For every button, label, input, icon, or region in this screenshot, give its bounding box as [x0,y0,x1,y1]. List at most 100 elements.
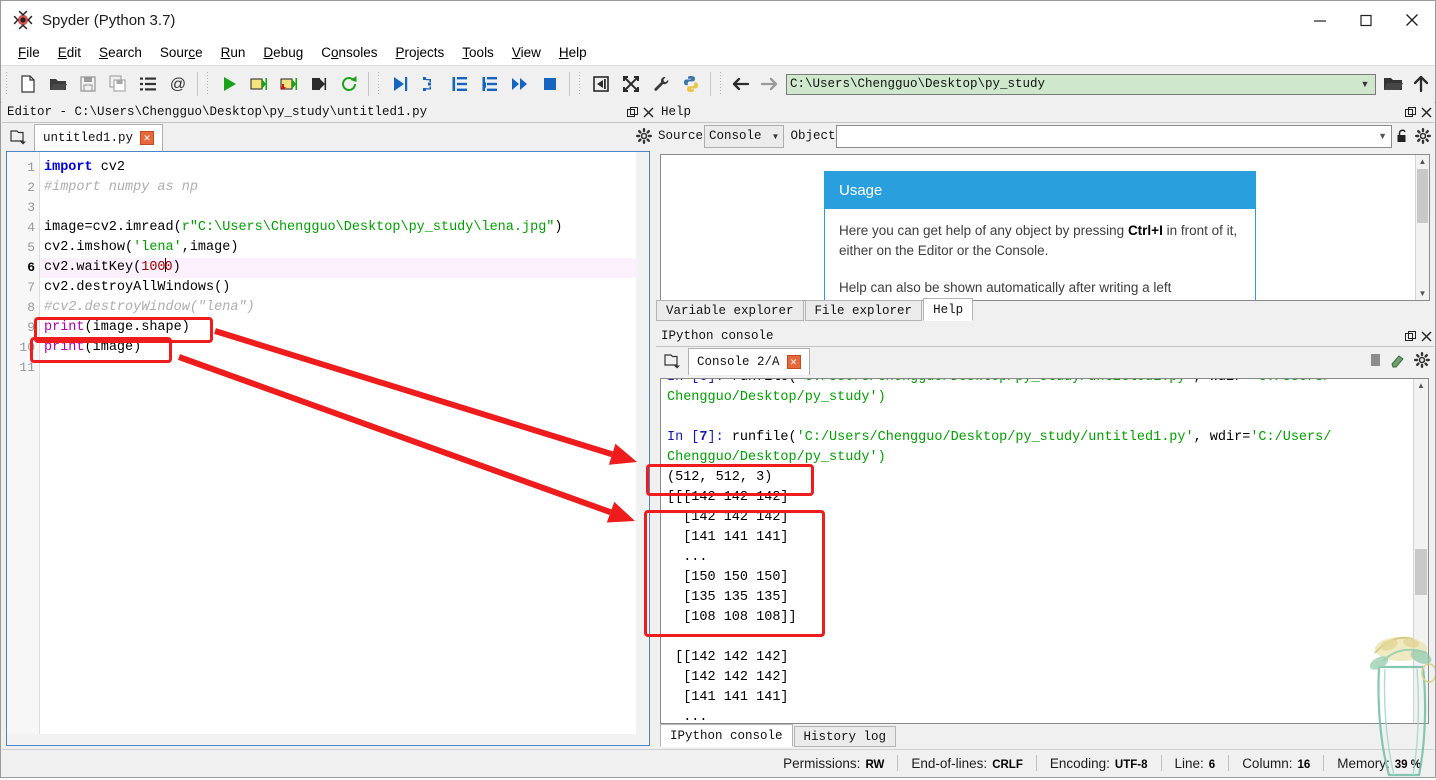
step-into-icon[interactable] [445,69,475,99]
code-line[interactable]: print(image) [40,338,649,358]
code-line[interactable] [40,358,649,378]
close-pane-icon[interactable] [1418,327,1434,345]
re-run-cell-icon[interactable] [334,69,364,99]
menu-debug[interactable]: Debug [254,43,312,62]
help-source-combo[interactable]: Console ▼ [704,124,785,148]
scroll-down-icon[interactable]: ▼ [1416,287,1429,300]
code-line[interactable]: #import numpy as np [40,178,649,198]
lock-icon[interactable] [1392,129,1412,144]
console-tab[interactable]: Console 2/A ✕ [688,348,810,375]
toolbar-grip-5[interactable] [718,72,724,96]
code-line[interactable]: print(image.shape) [40,318,649,338]
parent-directory-icon[interactable] [1407,69,1435,99]
code-area[interactable]: import cv2 #import numpy as np image=cv2.i… [40,152,649,745]
maximize-pane-icon[interactable] [586,69,616,99]
tab-file-explorer[interactable]: File explorer [804,300,923,321]
stop-kernel-icon[interactable] [1369,353,1382,370]
toolbar-grip-3[interactable] [376,72,382,96]
scroll-up-icon[interactable]: ▲ [1414,379,1428,392]
console-scrollbar-thumb[interactable] [1415,549,1427,595]
console-token: [142 142 142] [667,510,789,525]
new-file-icon[interactable] [13,69,43,99]
editor-horizontal-scrollbar[interactable] [7,734,636,745]
close-pane-icon[interactable] [1418,103,1434,121]
menu-projects[interactable]: Projects [387,43,454,62]
code-line[interactable]: cv2.waitKey(1000) [40,258,649,278]
help-object-input[interactable]: ▼ [836,124,1392,148]
find-symbol-icon[interactable]: @ [163,69,193,99]
menu-tools[interactable]: Tools [453,43,503,62]
close-pane-icon[interactable] [640,103,656,121]
run-file-icon[interactable] [214,69,244,99]
close-icon[interactable]: ✕ [140,131,155,145]
console-token: (512, 512, 3) [667,470,773,485]
run-selection-icon[interactable] [304,69,334,99]
menu-file[interactable]: File [9,43,49,62]
menu-search[interactable]: Search [90,43,151,62]
save-file-icon[interactable] [73,69,103,99]
new-console-icon[interactable] [660,348,686,374]
menu-help[interactable]: Help [550,43,596,62]
browse-tabs-icon[interactable] [6,124,32,150]
tab-help[interactable]: Help [923,298,974,321]
console-line: [135 135 135] [667,588,1414,608]
help-vertical-scrollbar[interactable]: ▲ ▼ [1415,155,1429,300]
undock-icon[interactable] [1402,103,1418,121]
run-cell-icon[interactable] [244,69,274,99]
tab-history-log[interactable]: History log [793,726,897,747]
clear-console-icon[interactable] [1390,352,1406,371]
back-arrow-icon[interactable] [727,69,755,99]
tab-variable-explorer[interactable]: Variable explorer [656,300,804,321]
chevron-down-icon[interactable]: ▼ [1358,79,1372,89]
undock-icon[interactable] [1402,327,1418,345]
code-line[interactable]: cv2.destroyAllWindows() [40,278,649,298]
fullscreen-icon[interactable] [616,69,646,99]
status-value: CRLF [992,758,1023,771]
continue-icon[interactable] [505,69,535,99]
options-gear-icon[interactable] [1412,128,1434,144]
save-all-icon[interactable] [103,69,133,99]
toolbar-grip[interactable] [4,72,10,96]
stop-debug-icon[interactable] [535,69,565,99]
code-line[interactable]: cv2.imshow('lena',image) [40,238,649,258]
menu-edit[interactable]: Edit [49,43,90,62]
undock-icon[interactable] [624,103,640,121]
code-line[interactable]: image=cv2.imread(r"C:\Users\Chengguo\Des… [40,218,649,238]
tab-ipython-console[interactable]: IPython console [660,724,793,747]
step-over-icon[interactable] [415,69,445,99]
close-button[interactable] [1389,1,1435,39]
console-output-area[interactable]: In [6]: runfile('C:/Users/Chengguo/Deskt… [660,378,1429,724]
forward-arrow-icon[interactable] [755,69,783,99]
working-directory-combo[interactable]: C:\Users\Chengguo\Desktop\py_study ▼ [786,73,1376,95]
open-file-icon[interactable] [43,69,73,99]
debug-file-icon[interactable] [385,69,415,99]
console-vertical-scrollbar[interactable]: ▲ [1413,379,1428,723]
code-line[interactable] [40,198,649,218]
menu-run[interactable]: Run [212,43,255,62]
menu-consoles[interactable]: Consoles [312,43,386,62]
editor-file-tab[interactable]: untitled1.py ✕ [34,124,164,151]
python-path-icon[interactable] [676,69,706,99]
file-switcher-icon[interactable] [133,69,163,99]
step-return-icon[interactable] [475,69,505,99]
chevron-down-icon[interactable]: ▼ [1378,131,1389,141]
menu-source[interactable]: Source [151,43,212,62]
editor-vertical-scrollbar[interactable] [636,152,649,745]
maximize-button[interactable] [1343,1,1389,39]
minimize-button[interactable] [1297,1,1343,39]
toolbar-grip-4[interactable] [577,72,583,96]
code-editor[interactable]: 1 2 3 4 5 6 7 8 9 10 11 import cv2 #import numpy as… [6,151,650,746]
menu-view[interactable]: View [503,43,550,62]
scroll-up-icon[interactable]: ▲ [1416,155,1429,168]
toolbar-grip-2[interactable] [205,72,211,96]
browse-folder-icon[interactable] [1379,69,1407,99]
options-gear-icon[interactable] [1414,352,1431,371]
options-gear-icon[interactable] [636,128,653,147]
run-cell-advance-icon[interactable] [274,69,304,99]
preferences-icon[interactable] [646,69,676,99]
close-icon[interactable]: ✕ [786,355,801,369]
code-line[interactable]: #cv2.destroyWindow("lena") [40,298,649,318]
help-object-label: Object [790,129,836,143]
code-line[interactable]: import cv2 [40,158,649,178]
help-scrollbar-thumb[interactable] [1417,169,1428,223]
